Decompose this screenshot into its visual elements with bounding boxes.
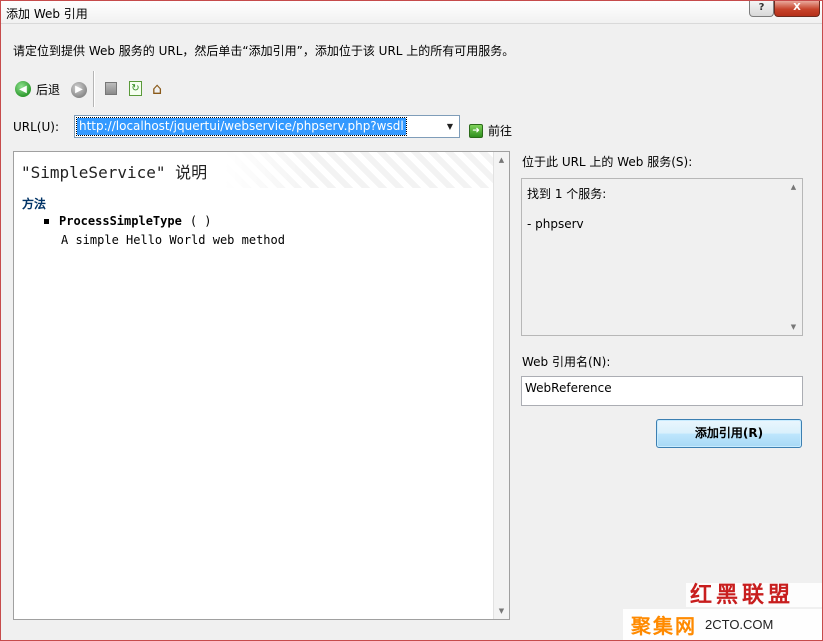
method-link[interactable]: ProcessSimpleType	[59, 214, 182, 228]
go-arrow-icon: ➜	[469, 123, 483, 138]
forward-arrow-icon: ▶	[71, 81, 87, 98]
navigation-toolbar: ◀ 后退 ▶ ↻ ⌂	[13, 71, 413, 109]
service-description-pane[interactable]: "SimpleService" 说明 方法 ProcessSimpleType …	[13, 151, 510, 620]
service-title: "SimpleService" 说明	[21, 163, 208, 182]
window-title: 添加 Web 引用	[6, 7, 88, 21]
back-label: 后退	[36, 82, 61, 97]
url-combobox[interactable]: http://localhost/jquertui/webservice/php…	[74, 115, 460, 138]
home-icon[interactable]: ⌂	[152, 79, 162, 98]
services-found-text: 找到 1 个服务:	[527, 187, 607, 201]
instruction-text: 请定位到提供 Web 服务的 URL，然后单击“添加引用”，添加位于该 URL …	[13, 44, 515, 58]
watermark-cn: 聚集网	[631, 614, 697, 638]
reference-name-label: Web 引用名(N):	[522, 355, 611, 369]
watermark-logo-top: 红黑联盟	[686, 583, 822, 607]
list-item: - phpserv	[527, 217, 584, 231]
go-button[interactable]: ➜ 前往	[469, 122, 512, 139]
forward-button[interactable]: ▶	[71, 81, 87, 98]
services-scrollbar[interactable]: ▲ ▼	[786, 179, 802, 335]
methods-heading: 方法	[22, 197, 47, 211]
method-item: ProcessSimpleType ( )	[44, 214, 212, 228]
watermark-en: 2CTO.COM	[705, 617, 774, 632]
back-button[interactable]: ◀ 后退	[15, 79, 60, 99]
chevron-down-icon[interactable]: ▼	[441, 116, 459, 137]
scroll-down-icon[interactable]: ▼	[786, 319, 801, 335]
bullet-icon	[44, 218, 49, 224]
url-label: URL(U):	[13, 120, 59, 134]
watermark-logo-bottom: 聚集网 2CTO.COM	[623, 609, 822, 640]
close-button[interactable]: X	[774, 1, 820, 17]
scroll-up-icon[interactable]: ▲	[494, 152, 509, 168]
description-scrollbar[interactable]: ▲ ▼	[493, 152, 509, 619]
title-bar: 添加 Web 引用 ? X	[1, 1, 822, 24]
services-list[interactable]: 找到 1 个服务: - phpserv ▲ ▼	[521, 178, 803, 336]
toolbar-separator	[93, 71, 95, 107]
scroll-up-icon[interactable]: ▲	[786, 179, 801, 195]
reference-name-input[interactable]: WebReference	[521, 376, 803, 406]
services-label: 位于此 URL 上的 Web 服务(S):	[522, 155, 693, 169]
scroll-down-icon[interactable]: ▼	[494, 603, 509, 619]
go-label: 前往	[488, 124, 513, 138]
method-params: ( )	[189, 214, 212, 228]
url-input-value[interactable]: http://localhost/jquertui/webservice/php…	[76, 117, 407, 136]
method-description: A simple Hello World web method	[61, 233, 285, 247]
add-web-reference-dialog: 添加 Web 引用 ? X 请定位到提供 Web 服务的 URL，然后单击“添加…	[0, 0, 823, 641]
stop-icon[interactable]	[105, 82, 117, 95]
help-button[interactable]: ?	[749, 1, 774, 17]
refresh-icon[interactable]: ↻	[129, 81, 142, 96]
back-arrow-icon: ◀	[15, 81, 31, 97]
add-reference-button[interactable]: 添加引用(R)	[656, 419, 802, 448]
